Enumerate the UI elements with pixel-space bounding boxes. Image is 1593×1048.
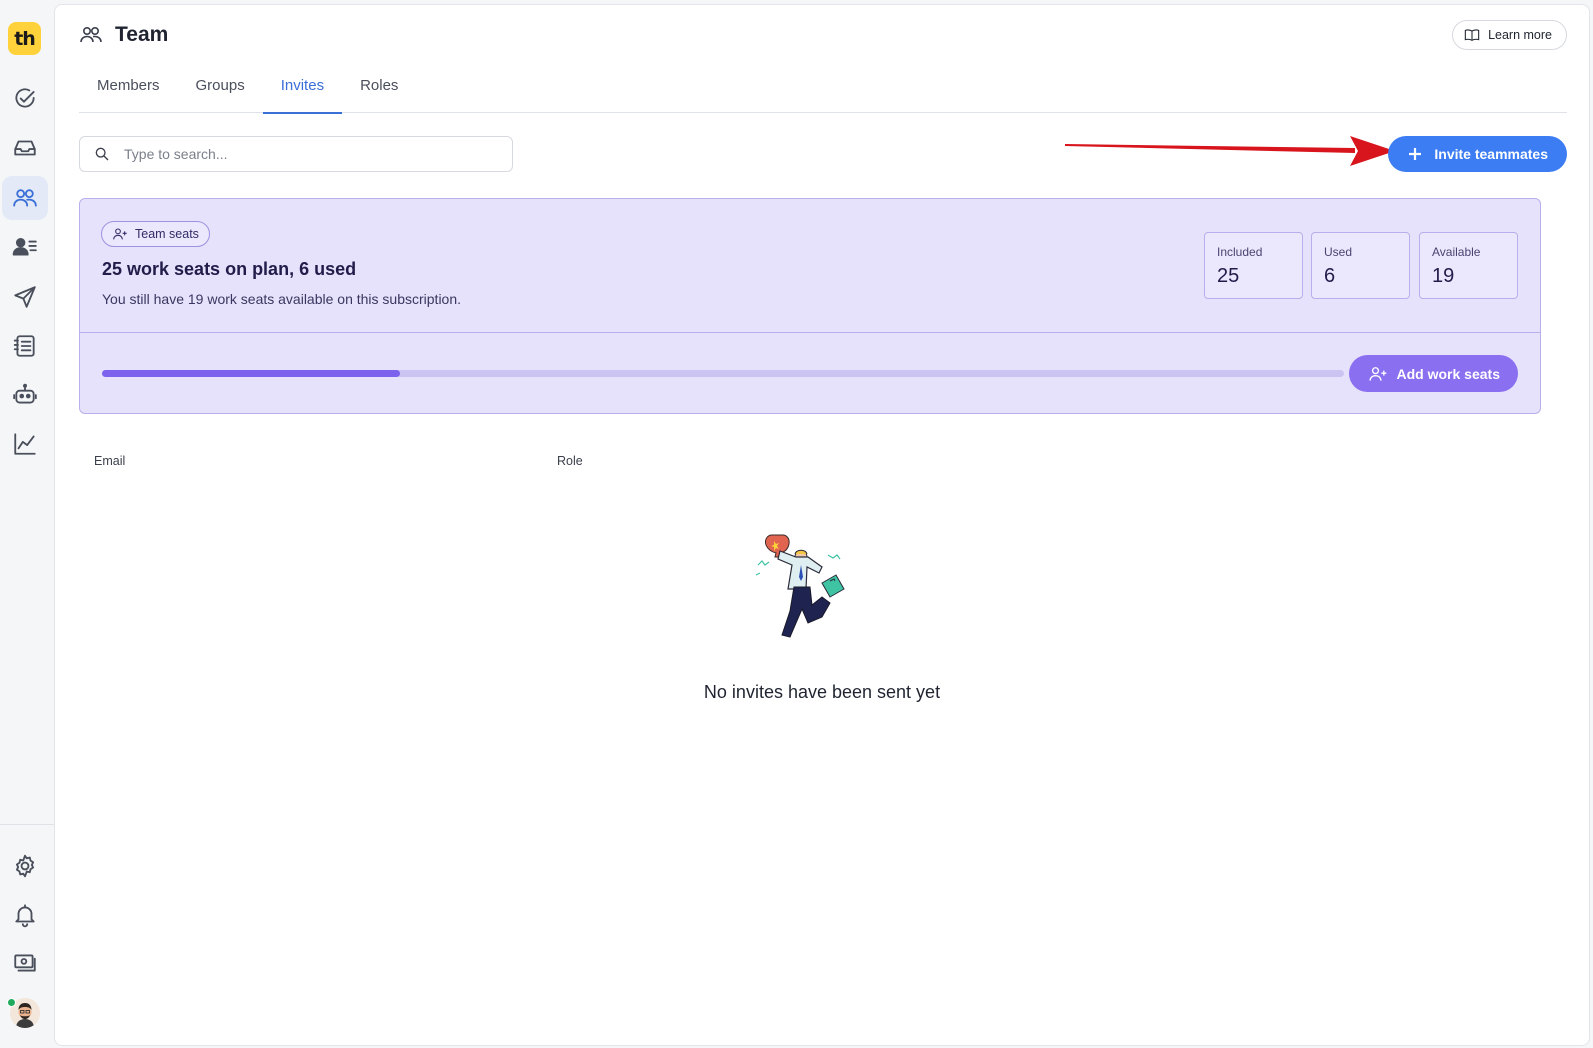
presence-indicator	[7, 998, 16, 1007]
tab-roles[interactable]: Roles	[342, 67, 416, 113]
team-icon	[13, 189, 37, 207]
stat-used: Used 6	[1311, 232, 1410, 299]
billing-icon	[14, 954, 36, 972]
search-icon	[95, 147, 109, 161]
gear-icon	[15, 854, 35, 878]
stat-available-value: 19	[1432, 265, 1455, 287]
tab-members[interactable]: Members	[79, 67, 178, 113]
stat-available-label: Available	[1432, 245, 1481, 259]
bot-icon	[13, 383, 37, 404]
column-header-email[interactable]: Email	[94, 454, 125, 468]
add-user-icon	[113, 228, 127, 240]
invite-teammates-button[interactable]: Invite teammates	[1388, 136, 1567, 172]
stat-included: Included 25	[1204, 232, 1303, 299]
rail-item-analytics[interactable]	[2, 422, 48, 466]
column-header-role[interactable]: Role	[557, 454, 583, 468]
check-circle-icon	[15, 88, 35, 108]
team-icon	[80, 27, 102, 43]
book-icon	[1464, 29, 1480, 41]
rail-item-contacts[interactable]	[2, 225, 48, 269]
seats-progress-fill	[102, 370, 401, 377]
stat-available: Available 19	[1419, 232, 1518, 299]
rail-item-reports[interactable]	[2, 324, 48, 368]
page-header: Team	[79, 23, 168, 47]
red-arrow-annotation	[1065, 136, 1395, 166]
add-work-seats-button[interactable]: Add work seats	[1348, 355, 1518, 392]
search-box	[79, 136, 513, 172]
search-input[interactable]	[124, 146, 504, 162]
rail-divider	[0, 824, 54, 825]
add-user-icon	[1368, 366, 1386, 381]
main-panel: Team Learn more Members Groups Invites R…	[54, 4, 1590, 1046]
contacts-icon	[12, 237, 37, 256]
list-icon	[13, 335, 35, 357]
rail-item-team[interactable]	[2, 176, 48, 220]
seats-summary: Team seats 25 work seats on plan, 6 used…	[80, 199, 1540, 333]
rail-item-tasks[interactable]	[2, 77, 48, 121]
team-seats-badge-label: Team seats	[135, 227, 199, 241]
learn-more-button[interactable]: Learn more	[1452, 20, 1567, 50]
stat-included-value: 25	[1217, 265, 1240, 287]
analytics-icon	[14, 433, 36, 455]
stat-included-label: Included	[1217, 245, 1263, 259]
send-icon	[14, 286, 36, 308]
empty-state-message: No invites have been sent yet	[703, 682, 941, 702]
tab-groups[interactable]: Groups	[178, 67, 263, 113]
seats-subtitle: You still have 19 work seats available o…	[102, 291, 462, 307]
inbox-icon	[14, 140, 36, 156]
rail-item-settings[interactable]	[2, 844, 48, 888]
rail-item-campaigns[interactable]	[2, 275, 48, 319]
rail-item-inbox[interactable]	[2, 126, 48, 170]
add-work-seats-label: Add work seats	[1396, 365, 1500, 382]
invite-teammates-label: Invite teammates	[1434, 146, 1548, 162]
rail-item-bots[interactable]	[2, 373, 48, 417]
seats-title: 25 work seats on plan, 6 used	[102, 259, 357, 279]
stat-used-value: 6	[1324, 265, 1336, 287]
left-rail: th	[0, 0, 54, 1048]
seats-progress-bar	[102, 370, 1344, 377]
learn-more-label: Learn more	[1488, 28, 1552, 42]
team-seats-badge: Team seats	[101, 221, 210, 247]
bell-icon	[15, 904, 35, 928]
stat-used-label: Used	[1324, 245, 1353, 259]
app-logo-text: th	[14, 27, 36, 50]
rail-item-billing[interactable]	[2, 941, 48, 985]
app-logo[interactable]: th	[8, 22, 41, 55]
rail-item-notifications[interactable]	[2, 893, 48, 937]
page-title: Team	[115, 23, 169, 46]
empty-state-illustration	[755, 534, 845, 638]
tab-bar: Members Groups Invites Roles	[79, 67, 1567, 114]
tab-invites[interactable]: Invites	[262, 67, 343, 114]
team-seats-card: Team seats 25 work seats on plan, 6 used…	[79, 198, 1541, 414]
plus-icon	[1409, 148, 1422, 160]
